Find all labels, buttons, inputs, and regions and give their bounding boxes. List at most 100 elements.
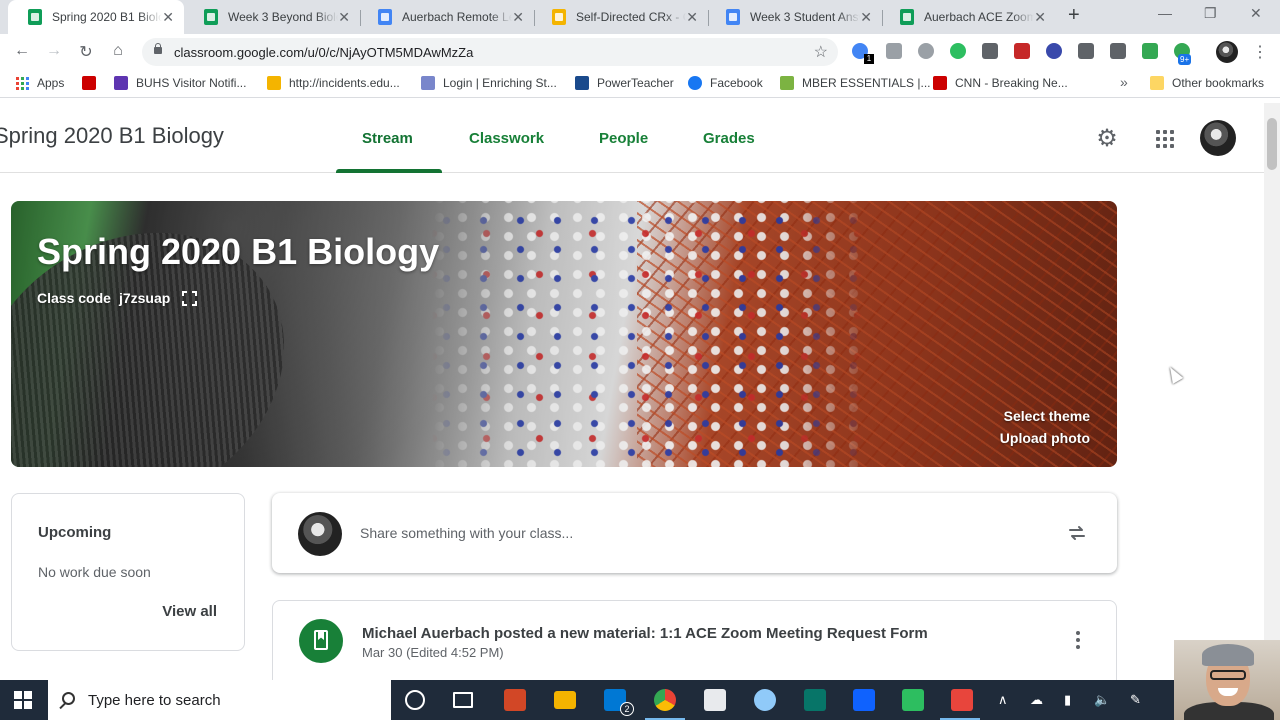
docs-favicon-icon [726, 9, 740, 25]
bookmark-label: PowerTeacher [597, 76, 674, 90]
tray-expand-icon[interactable]: ∧ [998, 692, 1008, 708]
new-tab-button[interactable]: + [1068, 4, 1080, 27]
incidents-icon [267, 76, 281, 90]
tab-title: Auerbach ACE Zoom [924, 10, 1034, 24]
bookmark-cnn-breaking[interactable]: CNN - Breaking Ne... [933, 76, 1068, 90]
more-vert-icon[interactable] [1076, 631, 1080, 652]
classroom-header: Spring 2020 B1 Biology Stream Classwork … [0, 103, 1264, 173]
publisher-icon[interactable] [804, 689, 826, 711]
tab-people[interactable]: People [599, 130, 648, 147]
mber-icon [780, 76, 794, 90]
upcoming-card: Upcoming No work due soon View all [11, 493, 245, 651]
bookmark-buhs-visitor[interactable]: BUHS Visitor Notifi... [114, 76, 246, 90]
account-avatar[interactable] [1200, 120, 1236, 156]
scrollbar-thumb[interactable] [1267, 118, 1277, 170]
whiteboard-icon[interactable] [853, 689, 875, 711]
close-tab-icon[interactable]: ✕ [512, 9, 524, 26]
restore-icon[interactable]: ❐ [1204, 5, 1217, 22]
address-bar[interactable]: classroom.google.com/u/0/c/NjAyOTM5MDAwM… [142, 38, 838, 66]
close-tab-icon[interactable]: ✕ [860, 9, 872, 26]
upload-photo-link[interactable]: Upload photo [1000, 430, 1090, 446]
course-title[interactable]: Spring 2020 B1 Biology [0, 123, 224, 149]
stream-post[interactable]: Michael Auerbach posted a new material: … [272, 600, 1117, 680]
extension-doc-icon[interactable] [886, 43, 902, 59]
webcam-overlay [1174, 640, 1280, 720]
chrome-menu-icon[interactable]: ⋮ [1252, 42, 1268, 62]
close-window-icon[interactable]: ✕ [1250, 5, 1262, 22]
camtasia-recorder-icon[interactable] [951, 689, 973, 711]
taskbar-search[interactable]: Type here to search [48, 680, 391, 720]
sheets-favicon-icon [204, 9, 218, 25]
url-text[interactable]: classroom.google.com/u/0/c/NjAyOTM5MDAwM… [174, 45, 473, 60]
bookmark-powerteacher[interactable]: PowerTeacher [575, 76, 674, 90]
tab-stream[interactable]: Stream [362, 130, 413, 147]
chrome-icon[interactable] [654, 689, 676, 711]
extension-fn-icon[interactable] [1014, 43, 1030, 59]
bookmark-label: MBER ESSENTIALS |... [802, 76, 931, 90]
calculator-icon[interactable] [704, 689, 726, 711]
bookmark-cnn[interactable] [82, 76, 104, 90]
browser-tab-self-directed[interactable]: Self-Directed CRx - Google Slides ✕ [532, 0, 708, 34]
extension-classroom-icon[interactable] [1142, 43, 1158, 59]
browser-tab-remote-learning[interactable]: Auerbach Remote Learning ✕ [358, 0, 534, 34]
extension-k-icon[interactable] [1046, 43, 1062, 59]
back-icon[interactable]: ← [12, 42, 32, 60]
select-theme-link[interactable]: Select theme [1004, 408, 1090, 424]
forward-icon[interactable]: → [44, 42, 64, 60]
bookmark-star-icon[interactable]: ☆ [814, 42, 828, 62]
tab-classwork[interactable]: Classwork [469, 130, 544, 147]
close-tab-icon[interactable]: ✕ [686, 9, 698, 26]
share-card[interactable]: Share something with your class... [272, 493, 1117, 573]
battery-icon[interactable]: ▮ [1064, 692, 1071, 708]
extension-flag-icon[interactable] [982, 43, 998, 59]
close-tab-icon[interactable]: ✕ [338, 9, 350, 26]
banner-title: Spring 2020 B1 Biology [37, 231, 440, 272]
bookmark-enriching[interactable]: Login | Enriching St... [421, 76, 557, 90]
browser-tab-week3-beyond[interactable]: Week 3 Beyond Biology ✕ [184, 0, 360, 34]
tab-title: Week 3 Student Answers [750, 10, 860, 24]
browser-tab-student-answers[interactable]: Week 3 Student Answers ✕ [706, 0, 882, 34]
home-icon[interactable]: ⌂ [108, 42, 128, 60]
google-apps-icon[interactable] [1156, 130, 1174, 148]
powerpoint-icon[interactable] [504, 689, 526, 711]
bookmarks-overflow-button[interactable]: » [1120, 74, 1128, 90]
file-explorer-icon[interactable] [554, 691, 576, 709]
bookmark-mber[interactable]: MBER ESSENTIALS |... [780, 76, 930, 90]
close-tab-icon[interactable]: ✕ [162, 9, 174, 26]
upcoming-empty-text: No work due soon [38, 564, 151, 580]
tab-grades[interactable]: Grades [703, 130, 755, 147]
bookmark-apps[interactable]: Apps [16, 76, 64, 90]
reload-icon[interactable]: ↻ [76, 42, 96, 62]
windows-start-icon[interactable] [14, 691, 32, 709]
powerteacher-icon [575, 76, 589, 90]
fullscreen-icon[interactable] [182, 290, 198, 306]
view-all-link[interactable]: View all [162, 603, 217, 620]
other-bookmarks[interactable]: Other bookmarks [1150, 76, 1264, 90]
post-headline[interactable]: Michael Auerbach posted a new material: … [362, 625, 928, 642]
profile-avatar[interactable] [1216, 41, 1238, 63]
close-tab-icon[interactable]: ✕ [1034, 9, 1046, 26]
cloud-icon[interactable]: ☁ [1030, 692, 1043, 708]
webcam-hat [1202, 644, 1254, 666]
repost-icon[interactable] [1067, 523, 1087, 543]
paint-icon[interactable] [754, 689, 776, 711]
extension-stats-icon[interactable] [918, 43, 934, 59]
bookmark-facebook[interactable]: Facebook [688, 76, 763, 90]
volume-icon[interactable]: 🔈 [1094, 692, 1110, 708]
tab-title: Spring 2020 B1 Biology [52, 10, 162, 24]
share-input[interactable]: Share something with your class... [360, 525, 573, 541]
extension-screencast-icon[interactable] [1110, 43, 1126, 59]
camtasia-icon[interactable] [902, 689, 924, 711]
gear-icon[interactable]: ⚙ [1094, 126, 1120, 152]
bookmark-label: Apps [37, 76, 65, 90]
browser-tab-ace-zoom[interactable]: Auerbach ACE Zoom ✕ [880, 0, 1056, 34]
browser-tab-classroom[interactable]: Spring 2020 B1 Biology ✕ [8, 0, 184, 34]
minimize-icon[interactable]: — [1158, 5, 1172, 21]
page-scrollbar[interactable] [1264, 103, 1280, 680]
pen-icon[interactable]: ✎ [1130, 692, 1141, 708]
task-view-icon[interactable] [453, 692, 473, 708]
cortana-icon[interactable] [405, 690, 425, 710]
bookmark-incidents[interactable]: http://incidents.edu... [267, 76, 400, 90]
evernote-icon[interactable] [950, 43, 966, 59]
extension-h-icon[interactable] [1078, 43, 1094, 59]
